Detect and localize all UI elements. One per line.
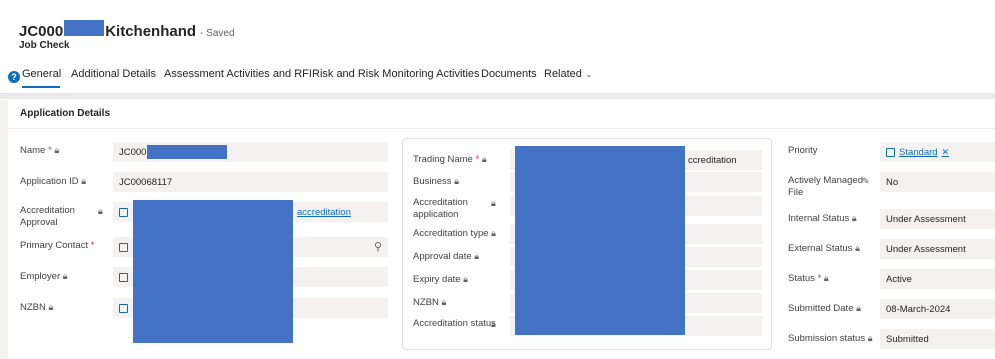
section-title: Application Details (20, 108, 111, 119)
actively-managed-label: Actively Managed File ✎ (788, 175, 870, 198)
lookup-icon (886, 147, 895, 157)
lock-icon: 🔒︎ (463, 274, 468, 284)
nzbn-label: NZBN 🔒︎ (20, 302, 54, 313)
section-divider (8, 128, 995, 129)
trading-name-label: Trading Name * 🔒︎ (413, 154, 487, 165)
submitted-date-value: 08-March-2024 (886, 303, 951, 315)
tab-general[interactable]: General (22, 68, 61, 80)
chevron-down-icon: ⌄ (584, 69, 593, 79)
lock-icon: 🔒︎ (855, 243, 860, 253)
save-status: - Saved (200, 28, 235, 39)
accreditation-application-label: Accreditation application 🔒︎ (413, 197, 496, 220)
submitted-date-label: Submitted Date 🔒︎ (788, 303, 861, 314)
search-icon[interactable]: ⚲ (374, 240, 382, 253)
expiry-date-label: Expiry date 🔒︎ (413, 274, 468, 285)
lookup-icon (119, 303, 128, 313)
submitted-date-field: 08-March-2024 (880, 299, 995, 319)
tab-documents[interactable]: Documents (481, 68, 537, 80)
tab-additional-details[interactable]: Additional Details (71, 68, 156, 80)
lock-icon: 🔒︎ (491, 319, 496, 329)
lookup-icon (119, 272, 128, 282)
tab-assessment-activities[interactable]: Assessment Activities and RFI (164, 68, 312, 80)
lock-icon: 🔒︎ (48, 302, 54, 312)
name-label: Name * 🔒︎ (20, 145, 60, 156)
internal-status-label: Internal Status 🔒︎ (788, 213, 857, 224)
accreditation-approval-link[interactable]: accreditation (297, 207, 351, 218)
employer-label: Employer 🔒︎ (20, 271, 68, 282)
approval-date-label: Approval date 🔒︎ (413, 251, 480, 262)
header-divider (0, 93, 995, 99)
record-header (0, 0, 995, 100)
close-icon[interactable]: ✕ (942, 147, 950, 158)
submission-status-label: Submission status 🔒︎ (788, 333, 873, 344)
record-subtitle: Job Check (19, 40, 70, 51)
external-status-label: External Status 🔒︎ (788, 243, 860, 254)
external-status-value: Under Assessment (886, 243, 966, 255)
status-field: Active (880, 269, 995, 289)
record-title: JC000 Kitchenhand - Saved (19, 20, 235, 40)
lock-icon: 🔒︎ (454, 176, 459, 186)
submission-status-value: Submitted (886, 333, 929, 345)
lock-icon: 🔒︎ (81, 176, 87, 186)
left-redaction (133, 200, 293, 343)
lock-icon: 🔒︎ (441, 297, 447, 307)
business-label: Business 🔒︎ (413, 176, 459, 187)
lock-icon: 🔒︎ (481, 154, 487, 164)
name-redaction (147, 145, 227, 159)
mid-redaction (515, 146, 685, 335)
priority-tag[interactable]: Standard ✕ (886, 147, 949, 158)
lock-icon: 🔒︎ (62, 271, 68, 281)
priority-value: Standard (899, 146, 938, 158)
application-id-label: Application ID 🔒︎ (20, 176, 87, 187)
lock-icon: 🔒︎ (98, 206, 103, 216)
primary-contact-label: Primary Contact * (20, 240, 95, 251)
question-icon[interactable]: ? (8, 71, 20, 83)
accreditation-approval-label: Accreditation Approval 🔒︎ (20, 205, 103, 228)
priority-label: Priority (788, 145, 818, 156)
trading-name-value: ccreditation (688, 154, 737, 166)
accreditation-type-label: Accreditation type 🔒︎ (413, 228, 496, 239)
title-redaction (64, 20, 105, 36)
status-label: Status * 🔒︎ (788, 273, 829, 284)
lock-icon: 🔒︎ (491, 198, 496, 208)
lock-icon: 🔒︎ (491, 228, 496, 238)
pencil-icon: ✎ (862, 176, 870, 186)
tab-related[interactable]: Related ⌄ (544, 68, 593, 80)
name-value: JC000 (119, 146, 147, 158)
application-id-value: JC00068117 (119, 176, 173, 188)
internal-status-field: Under Assessment (880, 209, 995, 229)
lookup-icon (119, 242, 128, 252)
application-id-field: JC00068117 (113, 172, 388, 192)
lock-icon: 🔒︎ (474, 251, 480, 261)
lock-icon: 🔒︎ (823, 273, 829, 283)
accreditation-status-label: Accreditation status 🔒︎ (413, 318, 496, 329)
lock-icon: 🔒︎ (867, 333, 873, 343)
tab-risk-monitoring[interactable]: Risk and Risk Monitoring Activities (312, 68, 480, 80)
lookup-icon (119, 207, 128, 217)
actively-managed-value: No (886, 176, 899, 188)
record-title-suffix: Kitchenhand (105, 23, 197, 40)
mid-nzbn-label: NZBN 🔒︎ (413, 297, 447, 308)
record-title-prefix: JC000 (19, 23, 64, 40)
active-tab-indicator (22, 86, 60, 88)
lock-icon: 🔒︎ (54, 145, 60, 155)
lock-icon: 🔒︎ (851, 213, 857, 223)
submission-status-field: Submitted (880, 329, 995, 349)
lock-icon: 🔒︎ (856, 303, 861, 313)
actively-managed-field[interactable]: No (880, 172, 995, 192)
tab-related-label: Related (544, 68, 582, 80)
status-value: Active (886, 273, 912, 285)
external-status-field: Under Assessment (880, 239, 995, 259)
priority-field[interactable]: Standard ✕ (880, 142, 995, 162)
internal-status-value: Under Assessment (886, 213, 966, 225)
